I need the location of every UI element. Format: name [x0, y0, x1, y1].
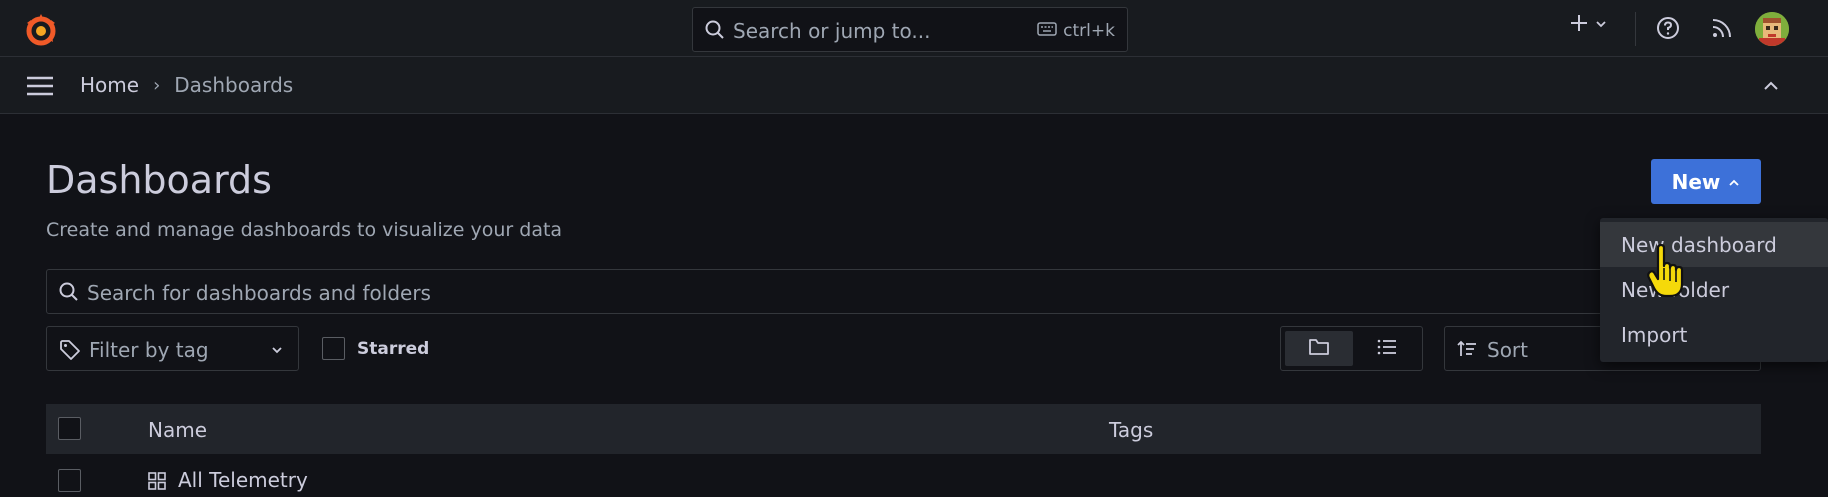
list-icon [1376, 338, 1398, 360]
menu-item-import[interactable]: Import [1600, 312, 1828, 357]
user-avatar[interactable] [1755, 12, 1789, 46]
breadcrumb-separator: › [153, 74, 161, 96]
folder-view-button[interactable] [1285, 331, 1353, 366]
new-button[interactable]: New [1651, 159, 1761, 204]
starred-checkbox[interactable] [322, 337, 345, 360]
tag-filter-select[interactable]: Filter by tag [46, 326, 299, 371]
sort-placeholder: Sort [1487, 338, 1528, 362]
top-bar: Search or jump to... ctrl+k [0, 0, 1828, 57]
search-icon [705, 20, 725, 44]
search-icon [59, 282, 79, 306]
chevron-up-icon[interactable] [1761, 76, 1781, 100]
rss-icon[interactable] [1710, 16, 1734, 44]
new-button-label: New [1671, 169, 1721, 194]
chevron-up-icon [1728, 170, 1740, 194]
app-frame: Search or jump to... ctrl+k Home › Dashb… [0, 0, 1828, 497]
plus-icon [1568, 12, 1590, 38]
page-subtitle: Create and manage dashboards to visualiz… [46, 219, 563, 241]
new-dropdown-menu: New dashboard New folder Import [1600, 218, 1828, 362]
chevron-down-icon [1594, 16, 1608, 35]
keyboard-icon [1037, 21, 1057, 41]
menu-icon[interactable] [25, 75, 55, 101]
breadcrumb: Home › Dashboards [80, 73, 293, 97]
topbar-divider [1635, 12, 1636, 46]
dashboard-name-link[interactable]: All Telemetry [178, 468, 308, 492]
search-placeholder: Search or jump to... [733, 19, 931, 43]
view-toggle [1280, 326, 1423, 371]
menu-item-new-folder[interactable]: New folder [1600, 267, 1828, 312]
page-title: Dashboards [46, 158, 272, 202]
add-menu-button[interactable] [1568, 12, 1608, 38]
column-header-name[interactable]: Name [148, 418, 207, 442]
table-row[interactable]: All Telemetry [46, 454, 1761, 497]
list-view-button[interactable] [1355, 331, 1419, 366]
row-checkbox[interactable] [58, 469, 81, 492]
sort-icon [1457, 340, 1477, 362]
table-header: Name Tags [46, 404, 1761, 454]
breadcrumb-home[interactable]: Home [80, 73, 139, 97]
folder-icon [1308, 337, 1330, 361]
dashboard-search-placeholder: Search for dashboards and folders [87, 281, 431, 305]
starred-label: Starred [357, 338, 430, 359]
global-search-input[interactable]: Search or jump to... ctrl+k [692, 7, 1128, 52]
grafana-logo-icon[interactable] [22, 11, 60, 49]
column-header-tags: Tags [1109, 418, 1154, 442]
hand-cursor-icon [1646, 243, 1690, 304]
chevron-down-icon [270, 342, 284, 361]
dashboard-grid-icon [148, 472, 166, 494]
menu-item-new-dashboard[interactable]: New dashboard [1600, 222, 1828, 267]
tag-icon [59, 339, 81, 365]
tag-filter-placeholder: Filter by tag [89, 338, 209, 362]
starred-filter[interactable]: Starred [322, 337, 429, 360]
breadcrumb-bar: Home › Dashboards [0, 57, 1828, 114]
shortcut-label: ctrl+k [1063, 21, 1115, 41]
select-all-checkbox[interactable] [58, 417, 81, 440]
breadcrumb-current: Dashboards [174, 73, 294, 97]
dashboard-search-input[interactable]: Search for dashboards and folders [46, 269, 1761, 314]
help-icon[interactable] [1656, 16, 1680, 44]
search-shortcut: ctrl+k [1037, 21, 1115, 41]
